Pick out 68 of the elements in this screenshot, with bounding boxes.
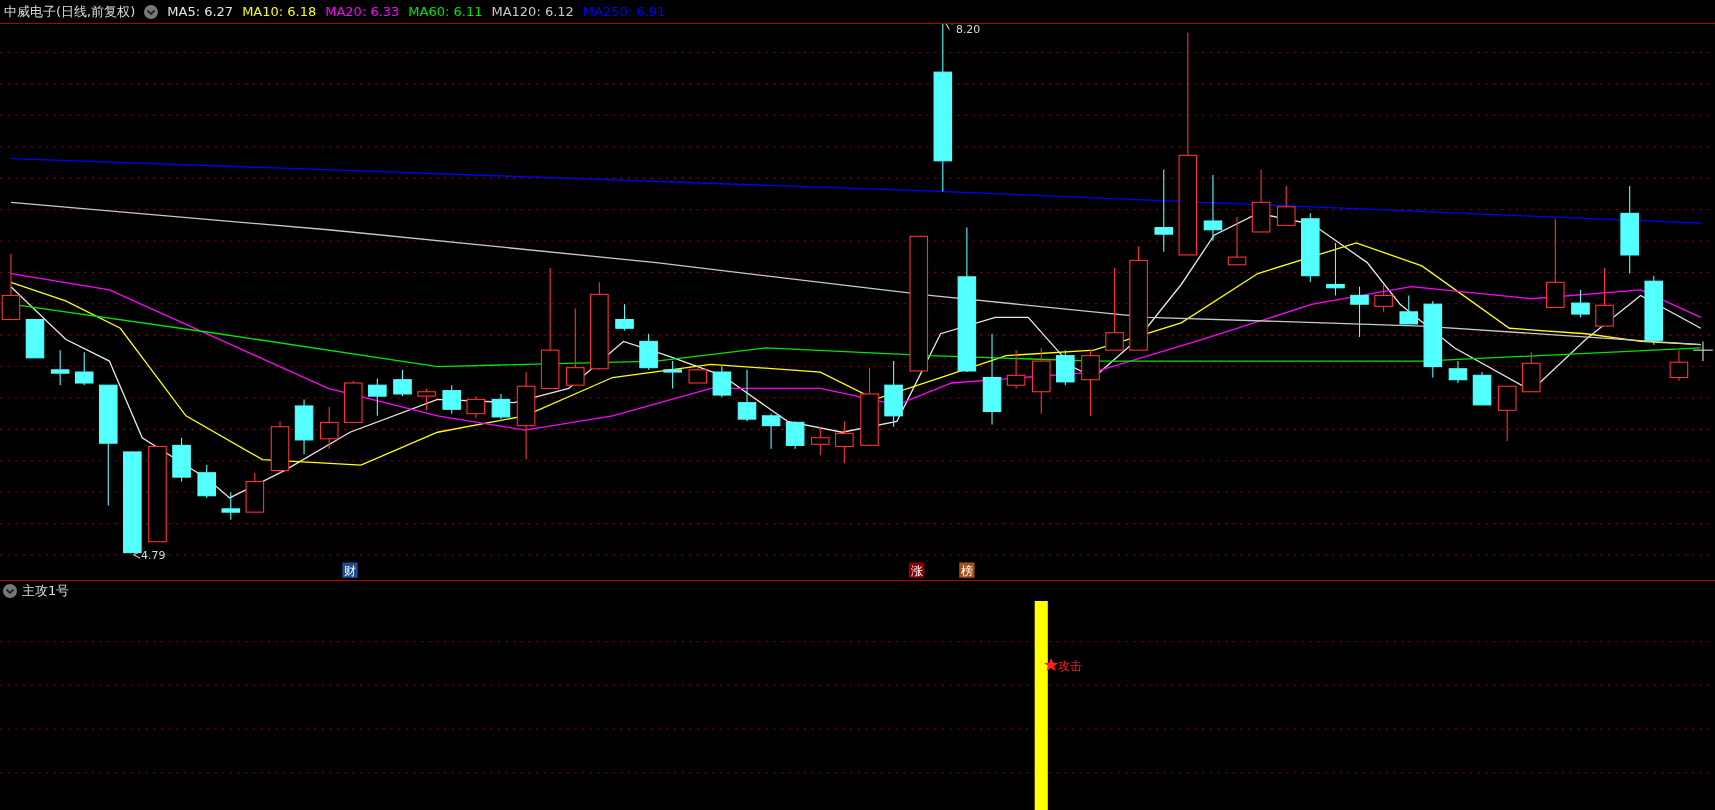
candlestick [1399,294,1419,325]
candlestick [884,360,903,428]
chart-title: 中威电子(日线,前复权) [4,2,136,21]
candlestick [1006,349,1026,389]
ma-indicator-label: MA5: 6.27 [167,4,234,19]
candlestick [1521,351,1541,393]
signal-label: 攻击 [1057,658,1082,673]
event-marker[interactable]: 榜 [959,562,975,578]
candlestick [1251,169,1271,233]
candlestick [197,464,216,499]
candlestick [785,420,805,450]
candlestick [1595,267,1614,327]
candlestick [1472,371,1492,406]
candlestick [1326,242,1345,296]
candlestick [1301,212,1320,283]
candlestick [835,420,854,464]
candlestick [74,351,94,386]
candlestick [270,420,290,474]
candlestick [491,393,511,420]
ma-indicator-label: MA250: 6.91 [582,4,666,19]
candlestick [1644,275,1664,346]
ma-indicator-label: MA120: 6.12 [491,4,574,19]
candlestick [1227,216,1247,266]
star-icon [1044,657,1059,672]
chevron-down-icon[interactable] [144,4,159,19]
candlestick [1374,283,1393,313]
candlestick [1203,174,1223,242]
candlestick [1497,385,1517,442]
ma-indicator-label: MA20: 6.33 [325,4,400,19]
candlestick [466,395,486,419]
candlestick [442,384,461,415]
candlestick [50,349,70,386]
candlestick [615,303,634,331]
candlestick [25,318,45,359]
candlestick [737,369,757,422]
candlestick [417,387,436,411]
low-price-label: 4.79 [141,549,166,563]
ma-indicator-label: MA60: 6.11 [408,4,483,19]
indicator-title: 主攻1号 [22,582,70,600]
candlestick [688,366,708,384]
candlestick [663,360,682,389]
candlestick [368,378,387,417]
chevron-down-icon[interactable] [3,584,17,598]
candlestick [712,366,732,398]
ma-indicator-label: MA10: 6.18 [242,4,317,19]
candlestick [245,472,265,513]
candlestick [1350,286,1369,338]
pointer-icon [944,24,954,30]
candlestick [319,406,339,450]
candlestick [393,369,412,397]
candlestick [1031,347,1051,415]
candlestick [1276,185,1296,226]
high-price-label: 8.20 [955,24,981,36]
candlestick [344,380,363,423]
candlestick [1669,349,1689,382]
candlestick [1571,289,1590,318]
event-marker[interactable]: 涨 [908,562,925,578]
candlestick [172,437,191,483]
candlestick [761,413,781,450]
candlestick [1448,360,1468,384]
event-marker[interactable]: 财 [342,562,358,578]
candlestick [1056,349,1075,386]
candlestick [811,426,830,456]
candlestick [1081,349,1100,417]
candlestick [221,491,241,521]
pointer-icon [132,551,141,559]
candlestick [639,333,658,371]
candlestick [294,398,314,455]
